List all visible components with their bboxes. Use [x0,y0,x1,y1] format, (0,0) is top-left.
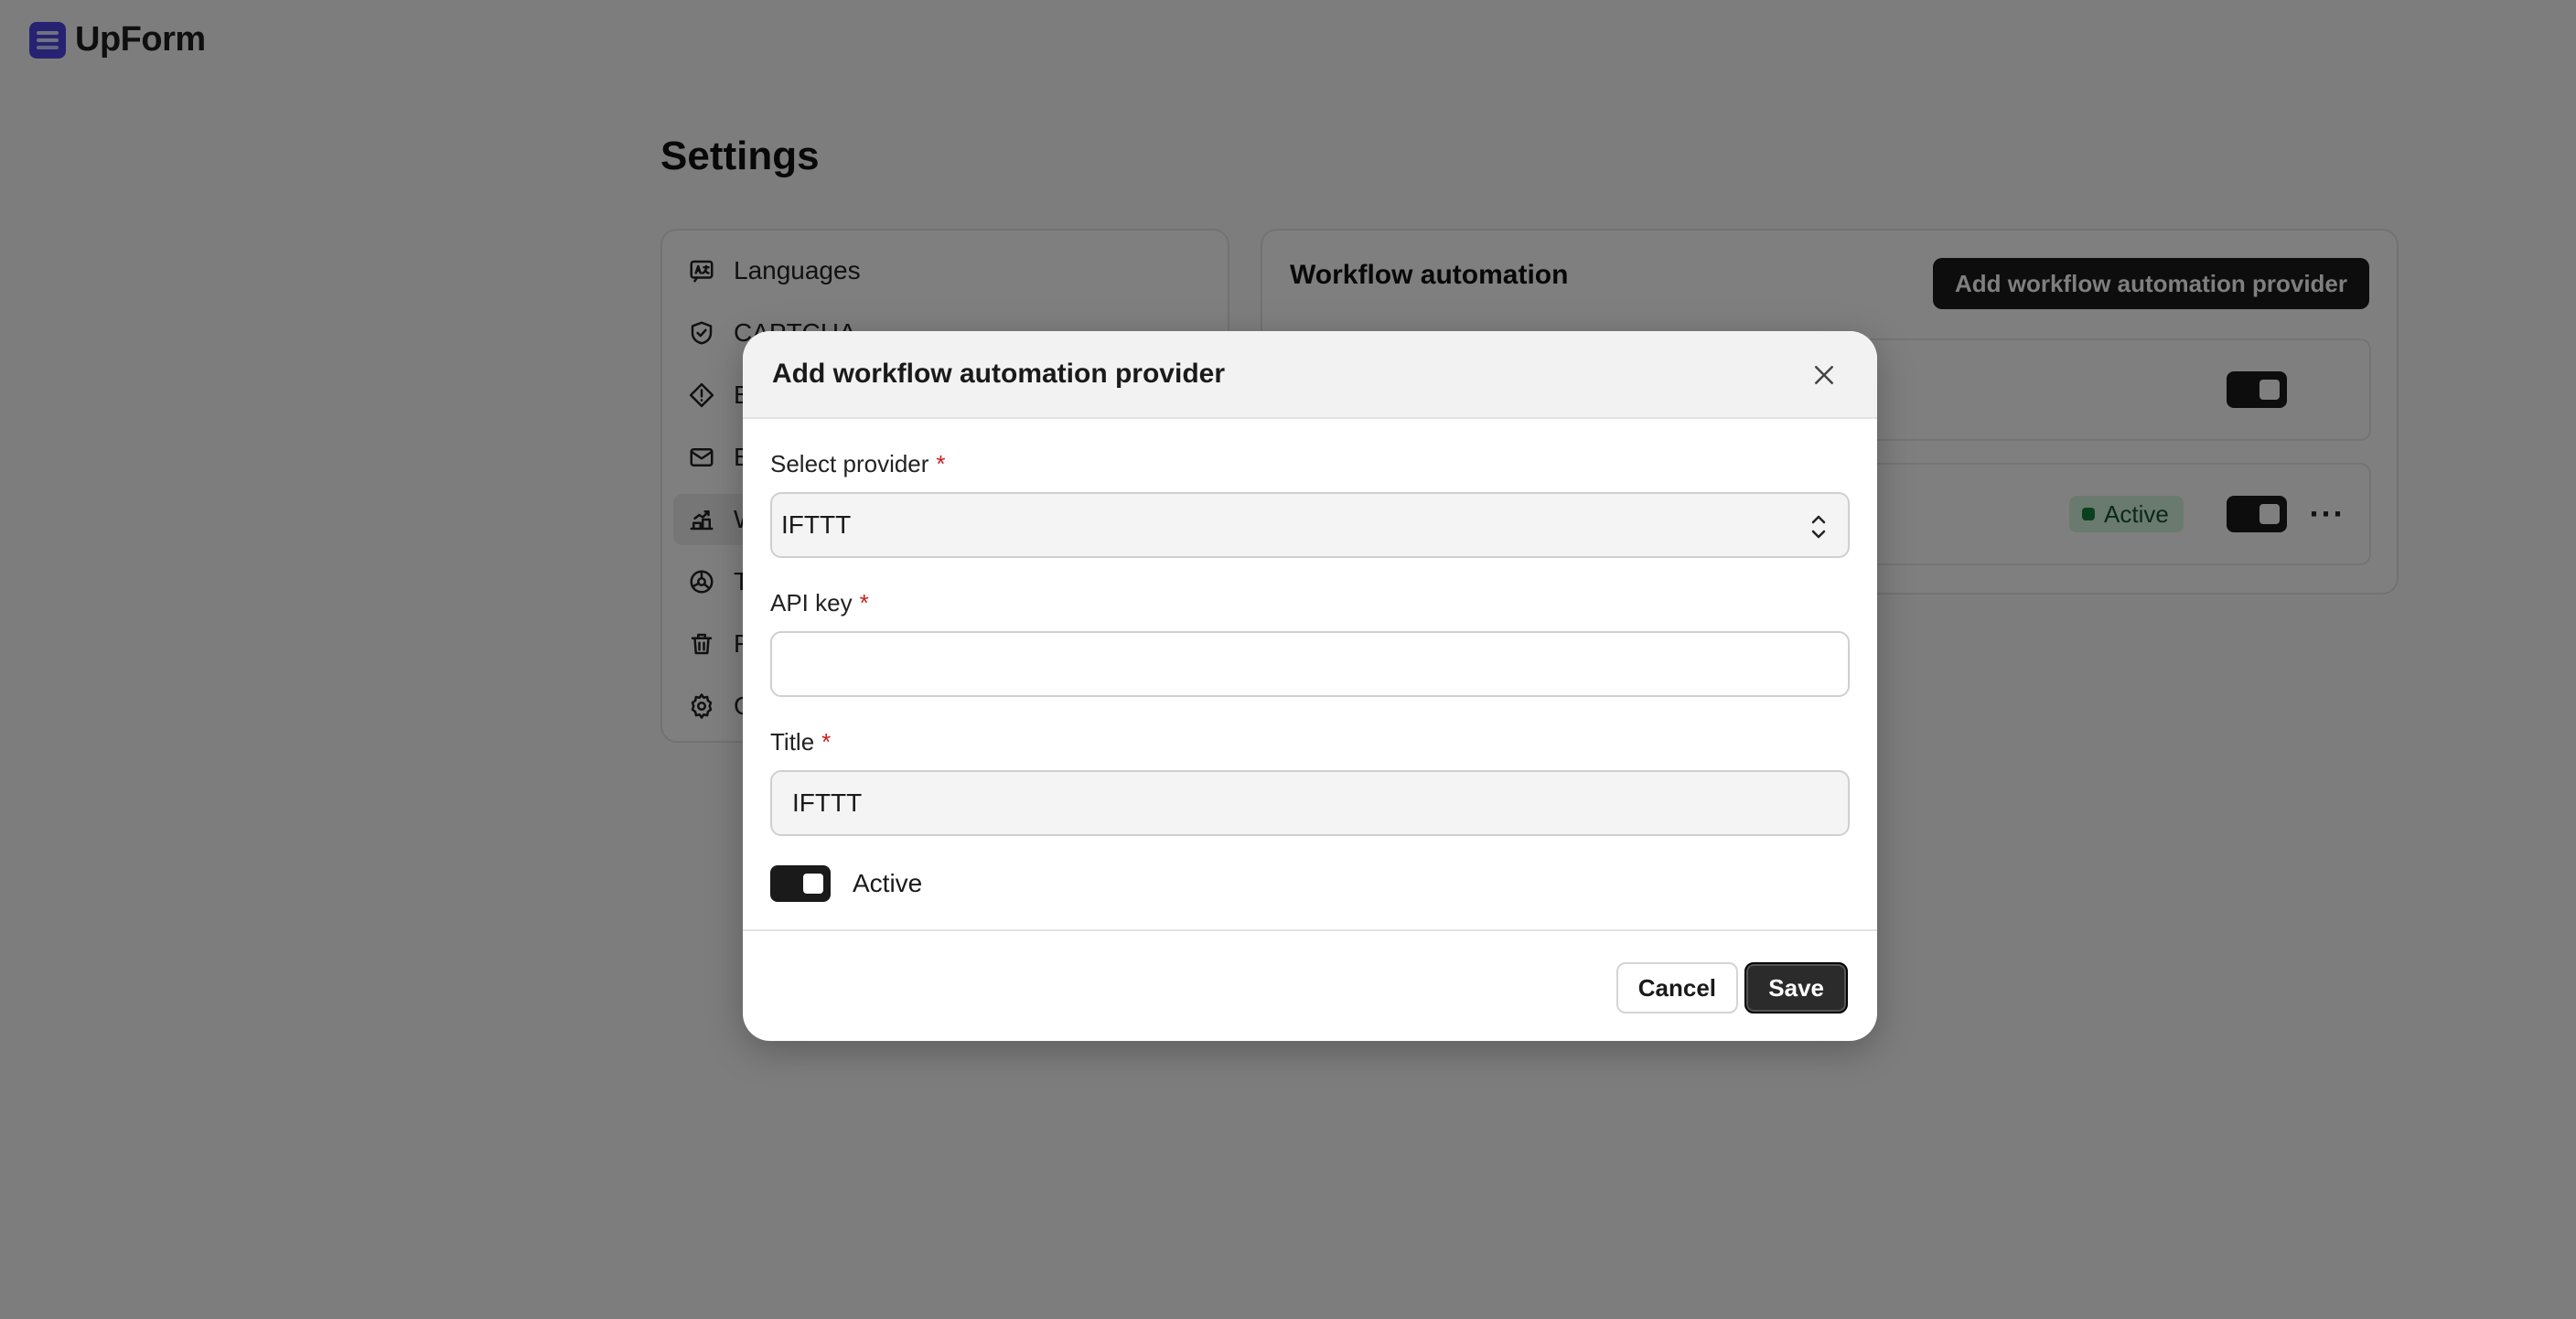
required-marker: * [936,450,946,477]
close-icon[interactable] [1808,359,1841,391]
active-toggle-row: Active [770,865,922,902]
title-input[interactable] [770,770,1850,836]
active-toggle[interactable] [770,865,831,902]
api-key-input[interactable] [770,631,1850,697]
required-marker: * [859,589,869,617]
api-key-label: API key * [770,589,869,617]
required-marker: * [821,728,832,756]
active-toggle-label: Active [853,869,923,897]
provider-label-text: Select provider [770,450,929,477]
provider-select[interactable]: IFTTT [770,492,1850,558]
dialog-header: Add workflow automation provider [743,331,1877,419]
dialog-title: Add workflow automation provider [772,359,1226,389]
add-provider-dialog: Add workflow automation provider Select … [743,331,1877,1041]
title-label: Title * [770,728,831,756]
provider-label: Select provider * [770,450,946,478]
api-key-label-text: API key [770,589,853,617]
dialog-footer: Cancel Save [743,929,1877,1041]
title-label-text: Title [770,728,815,756]
cancel-button[interactable]: Cancel [1615,962,1738,1013]
provider-select-value: IFTTT [781,510,852,539]
save-button[interactable]: Save [1744,962,1848,1013]
chevron-up-down-icon [1811,515,1826,539]
